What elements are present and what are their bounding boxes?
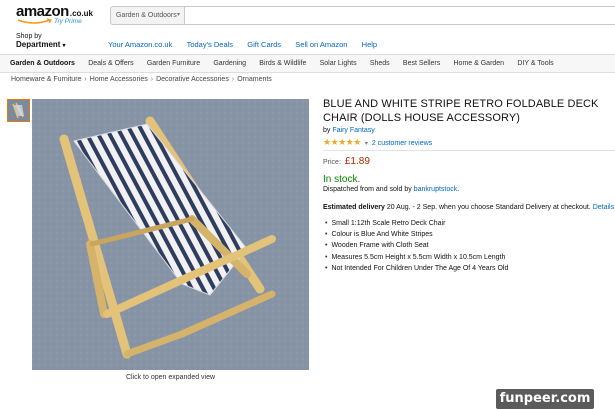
delivery-details-link[interactable]: Details (593, 204, 614, 211)
expand-image-caption[interactable]: Click to open expanded view (32, 374, 309, 381)
amazon-logo[interactable]: amazon.co.uk Try Prime (16, 3, 93, 25)
search-category-label: Garden & Outdoors (116, 12, 177, 19)
category-birds-wildlife[interactable]: Birds & Wildlife (259, 60, 306, 67)
nav-link-your-amazon[interactable]: Your Amazon.co.uk (108, 40, 172, 49)
shop-by-department-menu[interactable]: Shop by Department ▾ (16, 33, 65, 50)
divider (323, 150, 615, 151)
breadcrumb-item[interactable]: Ornaments (237, 76, 272, 83)
product-main-image[interactable] (32, 99, 309, 370)
delivery-text: 20 Aug. - 2 Sep. when you choose Standar… (386, 204, 591, 211)
dispatch-text: Dispatched from and sold by (323, 186, 412, 193)
seller-link[interactable]: bankruptstock (414, 186, 458, 193)
by-prefix: by (323, 127, 331, 134)
brand-link[interactable]: Fairy Fantasy (332, 127, 374, 134)
category-deals-offers[interactable]: Deals & Offers (88, 60, 133, 67)
search-input[interactable] (184, 6, 615, 25)
nav-link-sell[interactable]: Sell on Amazon (295, 40, 347, 49)
nav-link-todays-deals[interactable]: Today's Deals (187, 40, 233, 49)
stock-status: In stock. (323, 174, 361, 185)
try-prime-link[interactable]: Try Prime (54, 18, 82, 25)
byline: by Fairy Fantasy (323, 127, 375, 134)
feature-bullet: Wooden Frame with Cloth Seat (325, 240, 508, 251)
feature-bullet: Not Intended For Children Under The Age … (325, 263, 508, 274)
rating-summary: ★★★★★ ▾ 2 customer reviews (323, 137, 432, 148)
star-rating-icon[interactable]: ★★★★★ (323, 137, 361, 147)
deck-chair-thumbnail-image (8, 100, 29, 121)
dispatch-info: Dispatched from and sold by bankruptstoc… (323, 186, 459, 193)
estimated-delivery: Estimated delivery 20 Aug. - 2 Sep. when… (323, 204, 614, 211)
site-header: amazon.co.uk Try Prime Garden & Outdoors… (0, 0, 615, 31)
watermark: funpeer.com (496, 389, 594, 409)
breadcrumb-item[interactable]: Homeware & Furniture (11, 76, 81, 83)
chevron-down-icon[interactable]: ▾ (365, 141, 368, 147)
smile-arrow-icon (17, 18, 52, 24)
nav-link-gift-cards[interactable]: Gift Cards (247, 40, 281, 49)
breadcrumb: Homeware & Furniture › Home Accessories › De… (11, 76, 272, 83)
breadcrumb-separator: › (150, 76, 154, 83)
feature-bullet: Colour is Blue And White Stripes (325, 229, 508, 240)
logo-domain: .co.uk (69, 9, 93, 18)
breadcrumb-item[interactable]: Decorative Accessories (156, 76, 229, 83)
category-sheds[interactable]: Sheds (370, 60, 390, 67)
breadcrumb-separator: › (231, 76, 235, 83)
breadcrumb-separator: › (84, 76, 87, 83)
product-thumbnail[interactable] (7, 99, 30, 122)
search-category-select[interactable]: Garden & Outdoors ▾ (110, 6, 184, 25)
feature-bullet: Measures 5.5cm Height x 5.5cm Width x 10… (325, 252, 508, 263)
category-solar-lights[interactable]: Solar Lights (320, 60, 357, 67)
deck-chair-image (32, 99, 309, 370)
category-diy-tools[interactable]: DIY & Tools (517, 60, 553, 67)
nav-links: Your Amazon.co.uk Today's Deals Gift Car… (108, 40, 389, 49)
chevron-down-icon: ▾ (62, 43, 66, 49)
feature-bullets: Small 1:12th Scale Retro Deck Chair Colo… (325, 218, 508, 274)
nav-bar: Shop by Department ▾ Your Amazon.co.uk To… (0, 31, 615, 54)
category-gardening[interactable]: Gardening (213, 60, 246, 67)
nav-link-help[interactable]: Help (362, 40, 377, 49)
customer-reviews-link[interactable]: 2 customer reviews (372, 140, 432, 147)
price-value: £1.89 (344, 156, 370, 167)
category-garden-furniture[interactable]: Garden Furniture (147, 60, 200, 67)
price-row: Price: £1.89 (323, 156, 370, 167)
product-title: BLUE AND WHITE STRIPE RETRO FOLDABLE DEC… (323, 98, 599, 124)
category-garden-outdoors[interactable]: Garden & Outdoors (10, 60, 75, 67)
department-label: Department (16, 40, 61, 49)
delivery-label: Estimated delivery (323, 204, 385, 211)
category-best-sellers[interactable]: Best Sellers (403, 60, 440, 67)
category-home-garden[interactable]: Home & Garden (454, 60, 505, 67)
breadcrumb-item[interactable]: Home Accessories (90, 76, 148, 83)
dispatch-end: . (457, 186, 460, 193)
chevron-down-icon: ▾ (176, 12, 180, 18)
price-label: Price: (323, 159, 341, 166)
feature-bullet: Small 1:12th Scale Retro Deck Chair (325, 218, 508, 229)
category-bar: Garden & Outdoors Deals & Offers Garden … (0, 54, 615, 73)
